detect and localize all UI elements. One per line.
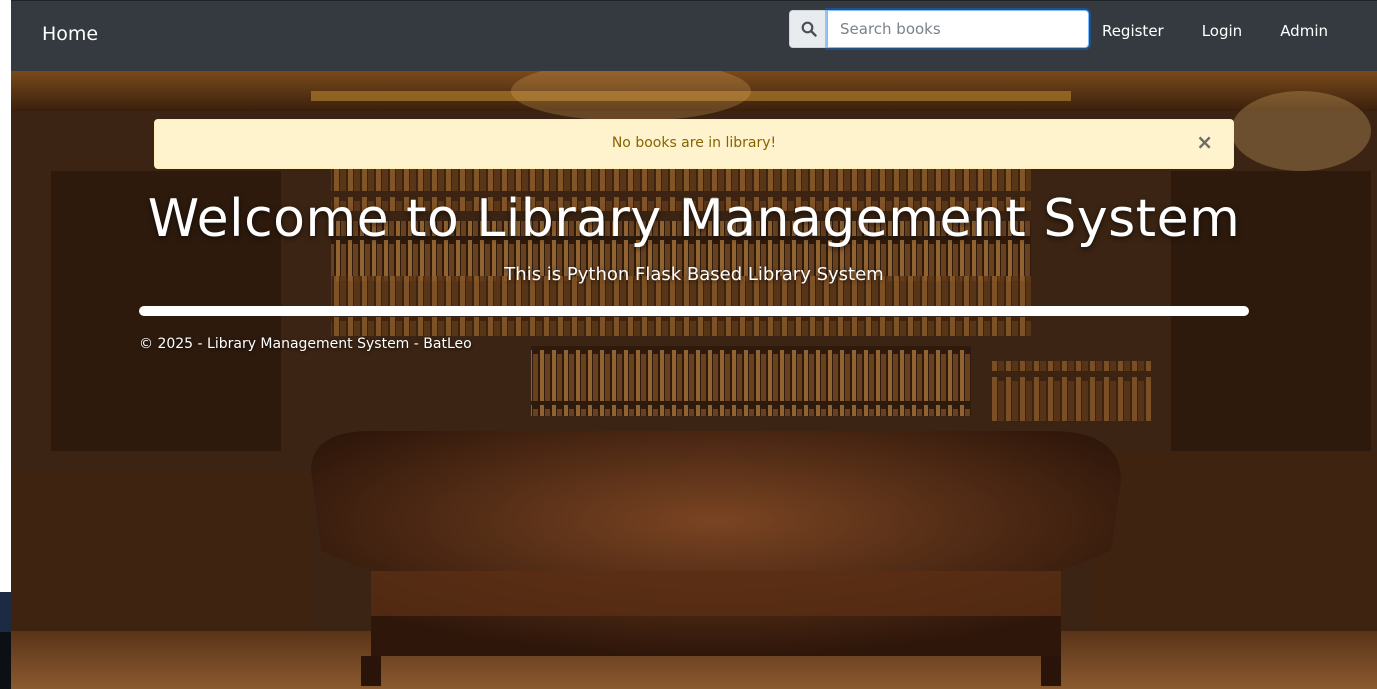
page-title: Welcome to Library Management System [147,189,1241,249]
close-icon[interactable]: × [1196,132,1213,152]
nav-links: Register Login Admin [1083,21,1347,41]
top-navbar: Home Register Login Admin [11,0,1377,71]
divider [139,306,1249,316]
nav-login-link[interactable]: Login [1183,21,1261,41]
nav-register-link[interactable]: Register [1083,21,1183,41]
page: Home Register Login Admin [0,0,1377,689]
page-subtitle: This is Python Flask Based Library Syste… [504,264,884,285]
hero-section: No books are in library! × Welcome to Li… [11,71,1377,689]
search-group [789,10,1089,48]
nav-admin-link[interactable]: Admin [1261,21,1347,41]
alert-message: No books are in library! [611,135,777,151]
nav-home-link[interactable]: Home [42,23,98,45]
alert-banner: No books are in library! × [154,119,1234,169]
footer-copyright: © 2025 - Library Management System - Bat… [139,336,472,352]
background-window-edge [0,592,11,689]
left-gutter [0,0,11,689]
search-icon[interactable] [789,10,827,48]
search-input[interactable] [827,10,1089,48]
